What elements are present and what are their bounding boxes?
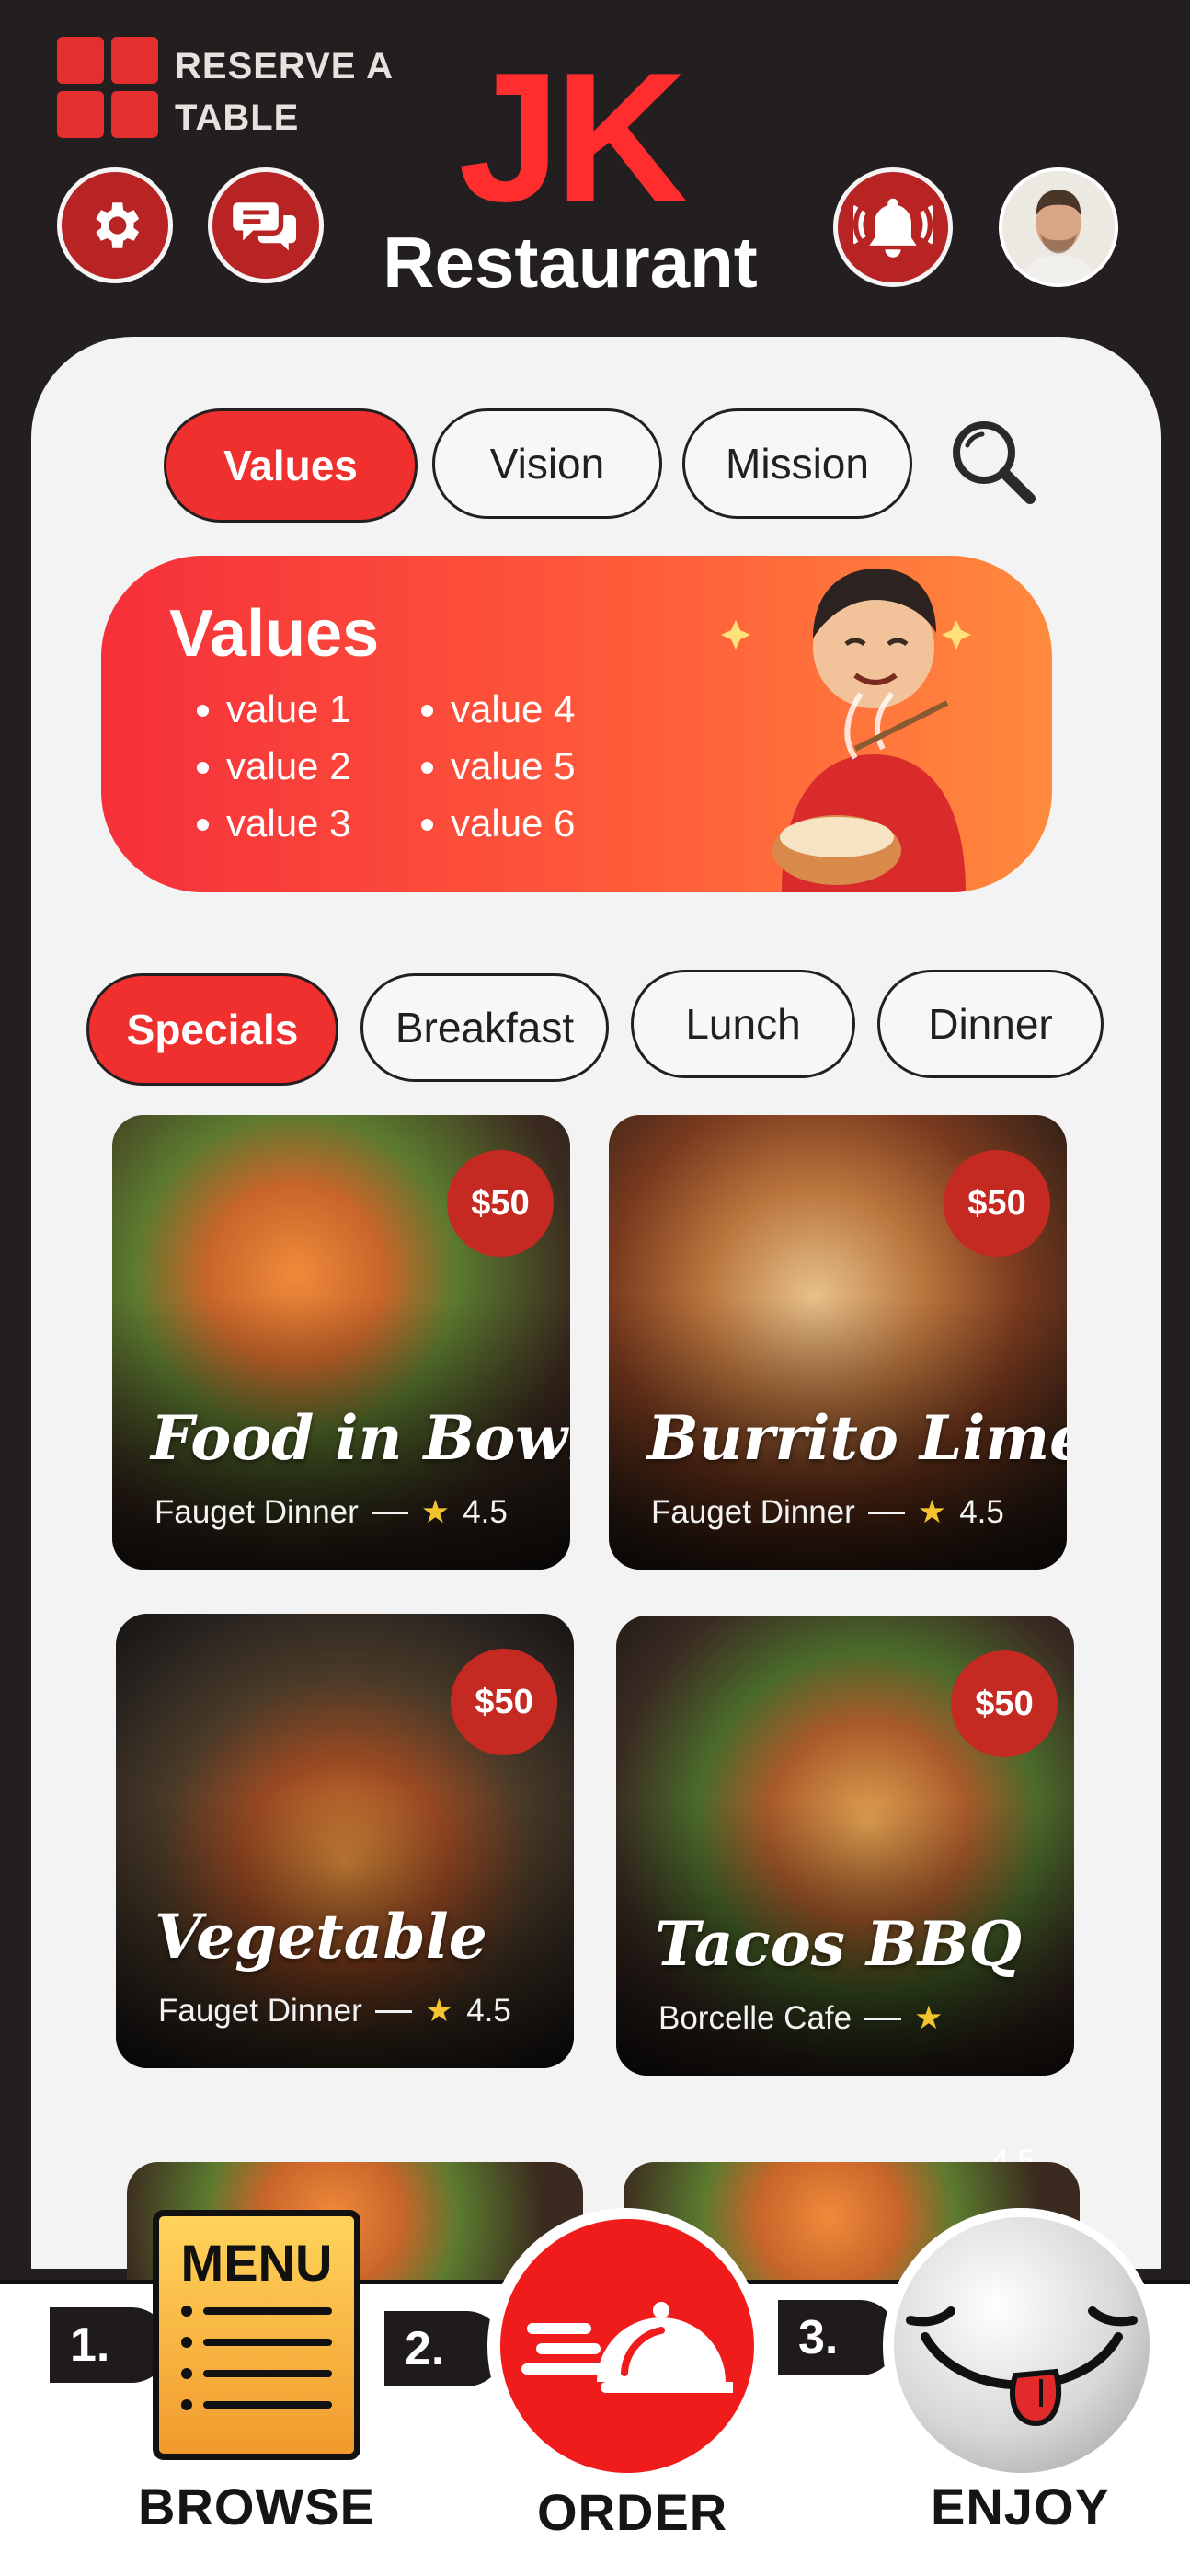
values-banner: Values value 1 value 2 value 3 value 4 v… bbox=[101, 556, 1052, 892]
step-browse-label: BROWSE bbox=[138, 2478, 375, 2536]
user-avatar[interactable] bbox=[999, 167, 1118, 287]
notification-button[interactable] bbox=[833, 167, 953, 287]
dish-name: Tacos BBQ bbox=[655, 1908, 1022, 1980]
dish-meta: Fauget Dinner ★ 4.5 bbox=[651, 1494, 1004, 1531]
separator bbox=[864, 2017, 902, 2020]
value-item: value 1 bbox=[226, 681, 350, 738]
tab-mission[interactable]: Mission bbox=[682, 408, 912, 519]
step-3-badge: 3. bbox=[778, 2300, 898, 2375]
values-list-1: value 1 value 2 value 3 bbox=[189, 681, 350, 852]
value-item: value 5 bbox=[451, 738, 575, 795]
tab-dinner-label: Dinner bbox=[928, 1000, 1053, 1048]
dish-meta: Fauget Dinner ★ 4.5 bbox=[154, 1494, 508, 1531]
price-badge: $50 bbox=[447, 1150, 554, 1257]
values-list-2: value 4 value 5 value 6 bbox=[414, 681, 575, 852]
step-number: 1. bbox=[70, 2318, 110, 2372]
tab-lunch[interactable]: Lunch bbox=[631, 970, 855, 1078]
tab-vision[interactable]: Vision bbox=[432, 408, 662, 519]
step-2-badge: 2. bbox=[384, 2311, 504, 2386]
rating-value: 4.5 bbox=[463, 1494, 508, 1530]
settings-button[interactable] bbox=[57, 167, 173, 283]
separator bbox=[867, 1511, 905, 1514]
tab-values[interactable]: Values bbox=[164, 408, 418, 523]
price-badge: $50 bbox=[944, 1150, 1050, 1257]
restaurant-name: Borcelle Cafe bbox=[658, 2000, 852, 2036]
tab-vision-label: Vision bbox=[489, 440, 605, 488]
rating-value: 4.5 bbox=[959, 1494, 1004, 1530]
dish-meta: Borcelle Cafe ★ bbox=[658, 2000, 944, 2037]
tab-breakfast[interactable]: Breakfast bbox=[360, 973, 609, 1082]
separator bbox=[374, 2009, 412, 2013]
tongue-smiley-icon bbox=[906, 2306, 1138, 2427]
star-icon: ★ bbox=[424, 1993, 454, 2029]
price-badge: $50 bbox=[951, 1650, 1058, 1757]
search-button[interactable] bbox=[947, 416, 1039, 508]
tab-specials-label: Specials bbox=[126, 1006, 299, 1053]
enjoy-button[interactable] bbox=[894, 2217, 1150, 2473]
chat-icon bbox=[233, 202, 296, 251]
menu-card[interactable]: $50 Tacos BBQ Borcelle Cafe ★ bbox=[616, 1616, 1074, 2076]
menu-card[interactable]: $50 Vegetable Fauget Dinner ★ 4.5 bbox=[116, 1614, 574, 2068]
chat-button[interactable] bbox=[208, 167, 324, 283]
value-item: value 6 bbox=[451, 795, 575, 852]
price-badge: $50 bbox=[451, 1649, 557, 1755]
star-icon: ★ bbox=[914, 2000, 944, 2036]
order-button[interactable] bbox=[500, 2219, 754, 2473]
star-icon: ★ bbox=[917, 1494, 947, 1530]
gear-icon bbox=[96, 202, 140, 248]
brand-restaurant: Restaurant bbox=[383, 222, 758, 303]
restaurant-name: Fauget Dinner bbox=[154, 1494, 359, 1530]
restaurant-name: Fauget Dinner bbox=[651, 1494, 855, 1530]
banner-title: Values bbox=[169, 597, 380, 671]
tab-lunch-label: Lunch bbox=[685, 1000, 801, 1048]
menu-icon-label: MENU bbox=[180, 2234, 333, 2292]
tab-values-label: Values bbox=[223, 442, 358, 489]
dish-name: Food in Bowl bbox=[151, 1402, 570, 1474]
dish-name: Burrito Limes bbox=[647, 1402, 1067, 1474]
browse-menu-button[interactable]: MENU bbox=[153, 2210, 360, 2460]
step-order-label: ORDER bbox=[537, 2483, 728, 2541]
search-icon bbox=[953, 421, 1036, 504]
value-item: value 3 bbox=[226, 795, 350, 852]
restaurant-name: Fauget Dinner bbox=[158, 1993, 362, 2029]
food-delivery-icon bbox=[521, 2302, 733, 2393]
reserve-line-1: RESERVE A bbox=[175, 46, 394, 86]
tab-specials[interactable]: Specials bbox=[86, 973, 338, 1086]
separator bbox=[371, 1511, 408, 1514]
tab-mission-label: Mission bbox=[726, 440, 869, 488]
star-icon: ★ bbox=[420, 1494, 451, 1530]
tab-breakfast-label: Breakfast bbox=[395, 1004, 575, 1052]
reserve-table-link[interactable]: RESERVE A TABLE bbox=[175, 40, 394, 144]
step-number: 2. bbox=[405, 2322, 445, 2375]
bell-icon bbox=[853, 198, 933, 258]
brand-jk: JK bbox=[458, 35, 688, 240]
reserve-table-icon[interactable] bbox=[57, 37, 158, 138]
step-number: 3. bbox=[798, 2311, 839, 2364]
value-item: value 2 bbox=[226, 738, 350, 795]
reserve-line-2: TABLE bbox=[175, 98, 300, 138]
rating-value: 4.5 bbox=[466, 1993, 511, 2029]
step-enjoy-label: ENJOY bbox=[931, 2478, 1110, 2536]
menu-card[interactable]: $50 Food in Bowl Fauget Dinner ★ 4.5 bbox=[112, 1115, 570, 1570]
step-1-badge: 1. bbox=[50, 2307, 169, 2383]
menu-card[interactable]: $50 Burrito Limes Fauget Dinner ★ 4.5 bbox=[609, 1115, 1067, 1570]
avatar-image bbox=[1002, 171, 1115, 283]
value-item: value 4 bbox=[451, 681, 575, 738]
dish-meta: Fauget Dinner ★ 4.5 bbox=[158, 1993, 511, 2030]
chef-character-illustration bbox=[721, 569, 971, 892]
list-lines-icon bbox=[181, 2306, 332, 2410]
tab-dinner[interactable]: Dinner bbox=[877, 970, 1104, 1078]
dish-name: Vegetable bbox=[154, 1901, 487, 1972]
